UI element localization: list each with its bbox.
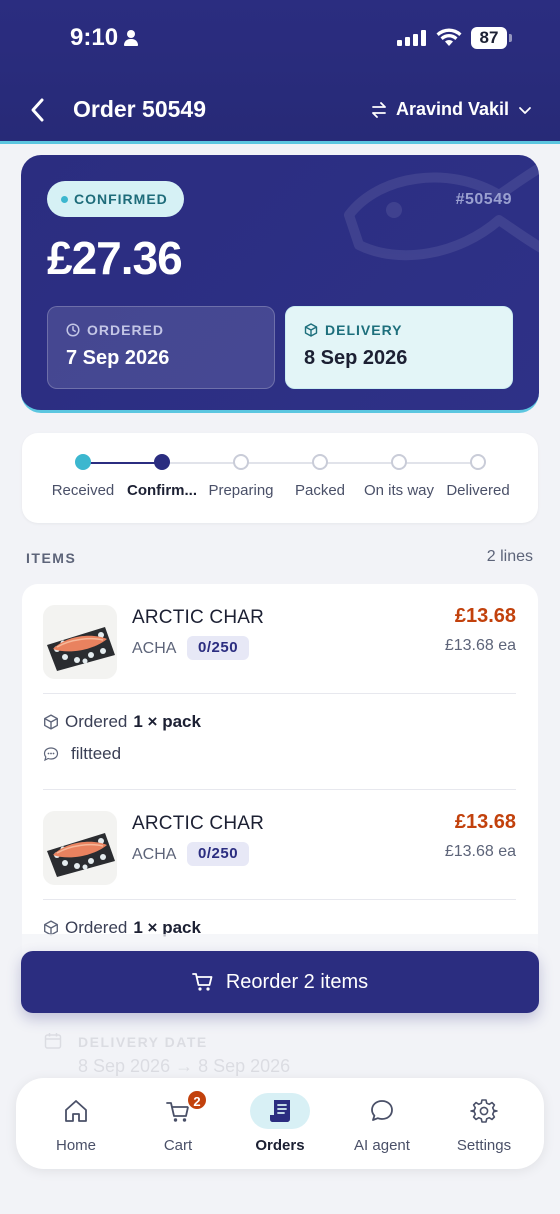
- step-marker: [391, 454, 407, 470]
- status-bar: 9:10 87: [0, 22, 560, 56]
- items-section-title: ITEMS: [26, 550, 77, 566]
- tab-home[interactable]: Home: [25, 1078, 127, 1169]
- app-header: 9:10 87 Order 50549 Aravind Vakil: [0, 0, 560, 144]
- order-reference: #50549: [455, 191, 512, 208]
- tab-label: Home: [55, 1137, 96, 1154]
- tab-label: Settings: [456, 1137, 512, 1154]
- order-progress-tracker: Received Confirm... Preparing Packed On …: [22, 433, 538, 523]
- step-marker: [154, 454, 170, 470]
- item-unit-price: £13.68 ea: [444, 843, 516, 860]
- item-note-text: filtteed: [71, 744, 122, 763]
- account-name: Aravind Vakil: [396, 99, 510, 119]
- progress-step-confirmed: Confirm...: [122, 454, 202, 499]
- progress-step-preparing: Preparing: [201, 454, 281, 499]
- step-label: On its way: [363, 482, 435, 499]
- chat-icon: [371, 1100, 393, 1121]
- cart-count-badge: 2: [186, 1089, 208, 1111]
- progress-step-packed: Packed: [280, 454, 360, 499]
- gear-icon: [470, 1099, 498, 1123]
- ordered-prefix: Ordered: [65, 712, 128, 731]
- step-label: Confirm...: [127, 482, 197, 499]
- faded-value: 8 Sep 2026 → 8 Sep 2026: [78, 1056, 291, 1076]
- faded-label: DELIVERY DATE: [78, 1034, 208, 1050]
- delivery-label: DELIVERY: [325, 322, 403, 338]
- tab-settings[interactable]: Settings: [433, 1078, 535, 1169]
- item-price: £13.68: [454, 605, 516, 627]
- step-marker: [75, 454, 91, 470]
- box-icon: [304, 323, 318, 337]
- page-title: Order 50549: [73, 96, 206, 122]
- fish-icon: [344, 162, 539, 261]
- chevron-left-icon: [31, 98, 44, 122]
- divider: [43, 899, 516, 900]
- tab-orders[interactable]: Orders: [229, 1078, 331, 1169]
- step-marker: [233, 454, 249, 470]
- status-badge-label: CONFIRMED: [74, 191, 168, 207]
- chevron-down-icon: [519, 106, 531, 114]
- item-unit-price: £13.68 ea: [444, 637, 516, 654]
- step-label: Delivered: [446, 482, 510, 499]
- order-summary-card: CONFIRMED #50549 £27.36 ORDERED 7 Sep 20…: [21, 155, 539, 413]
- swap-icon: [372, 101, 386, 118]
- step-marker: [470, 454, 486, 470]
- delivery-date: 8 Sep 2026: [304, 347, 408, 369]
- back-button[interactable]: [26, 96, 50, 124]
- stock-badge: 0/250: [187, 842, 250, 866]
- step-marker: [312, 454, 328, 470]
- delivery-date-box: DELIVERY 8 Sep 2026: [285, 306, 513, 389]
- status-dot: [61, 195, 68, 203]
- reorder-label: Reorder 2 items: [225, 970, 369, 993]
- reorder-button[interactable]: Reorder 2 items: [21, 951, 539, 1013]
- item-note: filtteed: [43, 744, 121, 764]
- wifi-icon: [436, 28, 462, 46]
- signal-icon: [397, 30, 427, 46]
- item-code: ACHA: [132, 640, 177, 657]
- ordered-date: 7 Sep 2026: [66, 347, 170, 369]
- items-count: 2 lines: [486, 548, 533, 565]
- item-code: ACHA: [132, 846, 177, 863]
- calendar-icon: [44, 1033, 62, 1049]
- step-label: Packed: [294, 482, 346, 499]
- status-time: 9:10: [70, 24, 119, 51]
- ordered-qty: 1 × pack: [133, 712, 201, 731]
- tab-label: Orders: [255, 1137, 305, 1154]
- tab-cart[interactable]: 2 Cart: [127, 1078, 229, 1169]
- list-item[interactable]: ARCTIC CHAR ACHA 0/250 £13.68 £13.68 ea …: [22, 584, 538, 790]
- cart-icon: [191, 973, 213, 991]
- product-image: [43, 811, 117, 885]
- divider: [43, 693, 516, 694]
- item-price: £13.68: [454, 811, 516, 833]
- person-icon: [124, 30, 138, 46]
- product-image: [43, 605, 117, 679]
- tab-ai-agent[interactable]: AI agent: [331, 1078, 433, 1169]
- comment-icon: [43, 747, 59, 762]
- progress-step-on-its-way: On its way: [359, 454, 439, 499]
- bottom-tab-bar: Home 2 Cart Orders AI agent Settings: [16, 1078, 544, 1169]
- progress-step-received: Received: [43, 454, 123, 499]
- home-icon: [65, 1100, 87, 1122]
- ordered-date-box: ORDERED 7 Sep 2026: [47, 306, 275, 389]
- item-name: ARCTIC CHAR: [132, 607, 265, 628]
- step-label: Preparing: [208, 482, 274, 499]
- status-badge: CONFIRMED: [47, 181, 184, 217]
- step-label: Received: [51, 482, 115, 499]
- stock-badge: 0/250: [187, 636, 250, 660]
- tab-label: Cart: [163, 1137, 193, 1154]
- progress-step-delivered: Delivered: [438, 454, 518, 499]
- clock-icon: [66, 323, 80, 337]
- order-total: £27.36: [47, 232, 183, 284]
- item-name: ARCTIC CHAR: [132, 813, 265, 834]
- orders-icon: [270, 1100, 290, 1122]
- delivery-date-row-faded: DELIVERY DATE 8 Sep 2026 → 8 Sep 2026: [44, 1032, 290, 1076]
- account-switcher[interactable]: Aravind Vakil: [370, 99, 533, 120]
- battery-indicator: 87: [471, 27, 512, 49]
- tab-label: AI agent: [354, 1137, 410, 1154]
- ordered-quantity: Ordered 1 × pack: [43, 712, 201, 732]
- box-icon: [44, 714, 58, 730]
- ordered-label: ORDERED: [87, 322, 165, 338]
